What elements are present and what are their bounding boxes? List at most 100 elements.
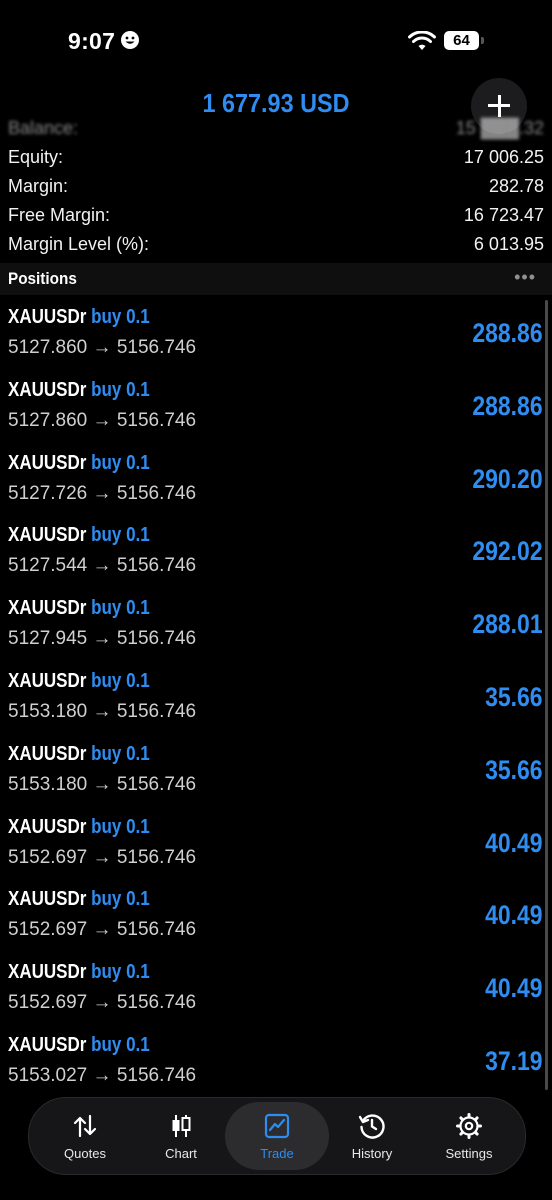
position-row[interactable]: XAUUSDr buy 0.1 5153.180 → 5156.746 35.6… <box>0 662 552 735</box>
open-price: 5152.697 <box>8 992 88 1014</box>
position-symbol: XAUUSDr <box>8 742 87 765</box>
position-profit: 288.01 <box>472 609 543 640</box>
position-symbol: XAUUSDr <box>8 1033 87 1056</box>
position-title: XAUUSDr buy 0.1 <box>8 452 150 475</box>
summary-value: 15 ███.32 <box>455 118 544 138</box>
position-type: buy 0.1 <box>91 451 150 474</box>
position-prices: 5127.860 → 5156.746 <box>8 409 197 431</box>
position-prices: 5152.697 → 5156.746 <box>8 919 197 941</box>
smiley-icon <box>121 31 139 49</box>
position-row[interactable]: XAUUSDr buy 0.1 5152.697 → 5156.746 40.4… <box>0 953 552 1026</box>
position-prices: 5153.027 → 5156.746 <box>8 1064 197 1086</box>
summary-row-margin-level: Margin Level (%): 6 013.95 <box>8 230 544 259</box>
open-price: 5127.544 <box>8 555 88 577</box>
position-profit: 292.02 <box>472 536 543 567</box>
position-type: buy 0.1 <box>91 888 150 911</box>
more-options-icon[interactable]: ••• <box>514 267 536 288</box>
scrollbar[interactable] <box>545 300 548 1090</box>
open-price: 5153.180 <box>8 700 88 722</box>
tab-label: History <box>351 1146 393 1161</box>
open-price: 5153.180 <box>8 773 88 795</box>
summary-value: 282.78 <box>488 176 544 196</box>
current-price: 5156.746 <box>116 992 197 1014</box>
current-price: 5156.746 <box>116 628 197 650</box>
tab-bar: Quotes Chart Trade History Settings <box>28 1097 526 1175</box>
history-clock-icon <box>358 1114 385 1139</box>
position-symbol: XAUUSDr <box>8 669 87 692</box>
current-price: 5156.746 <box>116 409 197 431</box>
position-symbol: XAUUSDr <box>8 961 87 984</box>
open-price: 5152.697 <box>8 846 88 868</box>
position-type: buy 0.1 <box>91 1033 150 1056</box>
position-row[interactable]: XAUUSDr buy 0.1 5127.544 → 5156.746 292.… <box>0 516 552 589</box>
summary-row-equity: Equity: 17 006.25 <box>8 143 544 172</box>
tab-label: Settings <box>445 1146 493 1161</box>
position-symbol: XAUUSDr <box>8 451 87 474</box>
tab-label: Chart <box>165 1146 197 1161</box>
position-row[interactable]: XAUUSDr buy 0.1 5153.027 → 5156.746 37.1… <box>0 1026 552 1099</box>
position-profit: 290.20 <box>472 463 543 494</box>
position-symbol: XAUUSDr <box>8 888 87 911</box>
battery-icon: 64 <box>444 31 479 50</box>
positions-title: Positions <box>8 269 77 288</box>
battery-cap <box>481 37 484 44</box>
summary-label: Balance: <box>8 118 79 138</box>
position-profit: 40.49 <box>485 900 543 931</box>
current-price: 5156.746 <box>116 700 197 722</box>
position-profit: 37.19 <box>485 1045 543 1076</box>
position-symbol: XAUUSDr <box>8 524 87 547</box>
tab-settings[interactable]: Settings <box>421 1098 517 1174</box>
tab-quotes[interactable]: Quotes <box>37 1098 133 1174</box>
position-row[interactable]: XAUUSDr buy 0.1 5127.945 → 5156.746 288.… <box>0 589 552 662</box>
position-profit: 40.49 <box>485 973 543 1004</box>
position-row[interactable]: XAUUSDr buy 0.1 5127.726 → 5156.746 290.… <box>0 444 552 517</box>
candlestick-icon <box>172 1115 191 1137</box>
position-symbol: XAUUSDr <box>8 815 87 838</box>
open-price: 5127.860 <box>8 337 88 358</box>
summary-row-margin: Margin: 282.78 <box>8 172 544 201</box>
position-title: XAUUSDr buy 0.1 <box>8 524 150 547</box>
current-price: 5156.746 <box>116 846 197 868</box>
open-price: 5127.860 <box>8 409 88 431</box>
position-row[interactable]: XAUUSDr buy 0.1 5127.860 → 5156.746 288.… <box>0 371 552 444</box>
status-bar: 9:07 64 <box>0 0 552 80</box>
position-title: XAUUSDr buy 0.1 <box>8 1034 150 1057</box>
position-type: buy 0.1 <box>91 742 150 765</box>
position-prices: 5152.697 → 5156.746 <box>8 992 197 1014</box>
summary-label: Margin Level (%): <box>8 234 150 254</box>
position-profit: 288.86 <box>472 318 543 348</box>
position-type: buy 0.1 <box>91 815 150 838</box>
tab-trade[interactable]: Trade <box>225 1098 329 1174</box>
tab-history[interactable]: History <box>324 1098 420 1174</box>
position-prices: 5153.180 → 5156.746 <box>8 700 197 722</box>
position-prices: 5127.945 → 5156.746 <box>8 628 197 650</box>
positions-section-header: Positions ••• <box>0 263 552 295</box>
summary-row-free-margin: Free Margin: 16 723.47 <box>8 201 544 230</box>
position-row[interactable]: XAUUSDr buy 0.1 5153.180 → 5156.746 35.6… <box>0 735 552 808</box>
summary-value: 16 723.47 <box>463 205 544 225</box>
status-time: 9:07 <box>68 28 116 54</box>
current-price: 5156.746 <box>116 919 197 941</box>
summary-row-balance: Balance: 15 ███.32 <box>8 114 544 143</box>
trade-chart-icon <box>264 1113 290 1139</box>
position-profit: 35.66 <box>485 754 543 785</box>
quotes-arrows-icon <box>73 1114 97 1138</box>
position-profit: 288.86 <box>472 390 543 421</box>
position-prices: 5152.697 → 5156.746 <box>8 846 197 868</box>
tab-chart[interactable]: Chart <box>133 1098 229 1174</box>
gear-icon <box>456 1113 482 1139</box>
current-price: 5156.746 <box>116 1064 197 1086</box>
position-title: XAUUSDr buy 0.1 <box>8 743 150 766</box>
position-row[interactable]: XAUUSDr buy 0.1 5152.697 → 5156.746 40.4… <box>0 808 552 881</box>
open-price: 5127.945 <box>8 628 88 650</box>
position-type: buy 0.1 <box>91 524 150 547</box>
position-profit: 40.49 <box>485 827 543 858</box>
position-title: XAUUSDr buy 0.1 <box>8 670 150 693</box>
position-symbol: XAUUSDr <box>8 306 87 328</box>
position-type: buy 0.1 <box>91 306 150 328</box>
position-row[interactable]: XAUUSDr buy 0.1 5152.697 → 5156.746 40.4… <box>0 880 552 953</box>
position-title: XAUUSDr buy 0.1 <box>8 379 150 402</box>
position-row[interactable]: XAUUSDr buy 0.1 5127.860 → 5156.746 288.… <box>0 298 552 371</box>
summary-value: 6 013.95 <box>473 234 544 254</box>
position-title: XAUUSDr buy 0.1 <box>8 597 150 620</box>
